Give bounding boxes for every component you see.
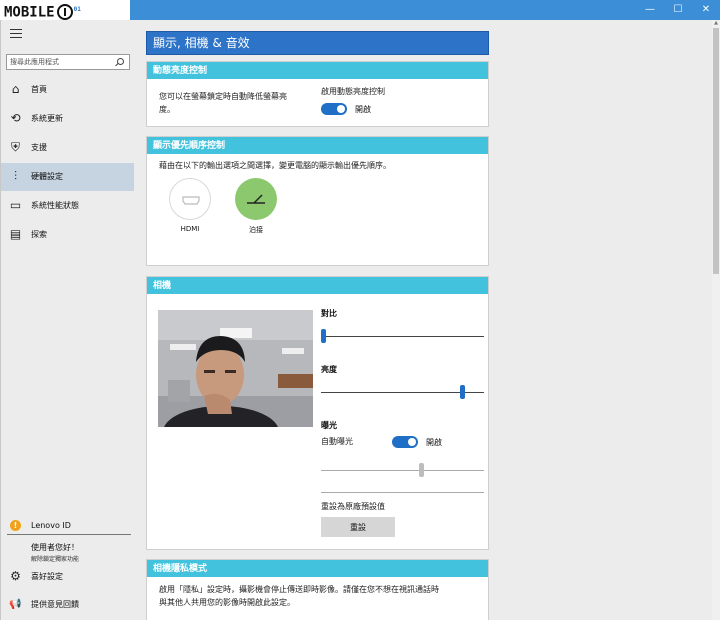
brightness-card: 動態亮度控制 您可以在螢幕鎖定時自動降低螢幕亮 度。 啟用動態亮度控制 開啟 [146,61,489,127]
logo-sub: 01 [73,6,81,13]
sidebar-item-label: 首頁 [31,85,47,94]
shield-icon: ⛨ [10,140,20,154]
sidebar-item-label: 系統性能狀態 [31,201,79,210]
auto-exposure-label: 自動曝光 [321,437,353,446]
main-content: 顯示, 相機 & 音效 動態亮度控制 您可以在螢幕鎖定時自動降低螢幕亮 度。 啟… [134,20,712,620]
sidebar-item-system-health[interactable]: ▭ 系統性能狀態 [1,192,135,220]
reset-description: 重設為原廠預設值 [321,502,385,511]
sidebar-item-feedback[interactable]: 📢 提供意見回饋 [1,591,135,619]
reset-button[interactable]: 重設 [321,517,395,537]
page-title: 顯示, 相機 & 音效 [146,31,489,55]
brightness-slider-thumb[interactable] [460,385,466,399]
sidebar-item-home[interactable]: ⌂ 首頁 [1,76,135,104]
maximize-button[interactable]: ☐ [664,0,692,20]
brightness-description-line1: 您可以在螢幕鎖定時自動降低螢幕亮 [159,92,287,101]
exposure-slider-track [321,470,484,471]
sidebar-item-label: 提供意見回饋 [31,600,79,609]
sidebar-item-label: 系統更新 [31,114,63,123]
hdmi-icon [182,196,200,205]
megaphone-icon: 📢 [9,599,22,610]
auto-exposure-state: 開啟 [426,438,442,447]
hamburger-menu-icon[interactable] [10,29,22,38]
dock-label: 泊接 [249,226,263,234]
privacy-card-header: 相機隱私模式 [147,560,488,578]
dock-option[interactable] [235,178,277,220]
camera-preview-image [158,310,313,427]
update-icon: ⟲ [10,111,21,125]
camera-card: 相機 對比 亮度 曝光 自動曝光 開啟 重設為原廠預設值 重設 [146,276,489,550]
title-bar: MOBILE 01 — ☐ ✕ [0,0,720,21]
search-input[interactable] [7,55,111,69]
scroll-up-icon[interactable]: ▲ [713,20,719,26]
search-icon[interactable] [117,58,124,65]
sidebar-item-preferences[interactable]: ⚙ 喜好設定 [1,563,135,591]
sidebar-item-label: 支援 [31,143,47,152]
lenovo-id-label[interactable]: Lenovo ID [31,521,71,530]
dock-icon [247,194,265,204]
discover-icon: ▤ [9,227,22,241]
lenovo-id-icon: ! [10,520,21,531]
auto-exposure-toggle[interactable] [392,436,418,448]
brightness-card-header: 動態亮度控制 [147,62,488,80]
contrast-label: 對比 [321,309,337,318]
exposure-label: 曝光 [321,421,337,430]
scrollbar-thumb[interactable] [713,28,719,274]
sidebar-item-system-update[interactable]: ⟲ 系統更新 [1,105,135,133]
hdmi-option[interactable] [169,178,211,220]
minimize-button[interactable]: — [636,0,664,20]
search-box [6,54,130,70]
display-priority-card-header: 顯示優先順序控制 [147,137,488,155]
close-button[interactable]: ✕ [692,0,720,20]
gear-icon: ⚙ [10,569,21,583]
logo-mark-icon [56,3,73,20]
privacy-card: 相機隱私模式 啟用「隱私」設定時，攝影機會停止傳送即時影像。請僅在您不想在視訊通… [146,559,489,620]
display-priority-description: 藉由在以下的輸出選項之間選擇，變更電腦的顯示輸出優先順序。 [159,161,391,170]
brightness-toggle-label: 啟用動態亮度控制 [321,87,385,96]
contrast-slider-thumb[interactable] [321,329,326,343]
sliders-icon: ⫶ [13,169,17,183]
logo-text: MOBILE [4,4,55,21]
contrast-slider-track[interactable] [321,336,484,337]
privacy-description-line2: 與其他人共用您的影像時開啟此設定。 [159,598,295,607]
home-icon: ⌂ [11,82,20,96]
sidebar: ⌂ 首頁 ⟲ 系統更新 ⛨ 支援 ⫶ 硬體設定 ▭ 系統性能狀態 ▤ 探索 ! … [0,20,135,620]
sidebar-item-hardware-settings[interactable]: ⫶ 硬體設定 [1,163,135,191]
display-priority-card: 顯示優先順序控制 藉由在以下的輸出選項之間選擇，變更電腦的顯示輸出優先順序。 H… [146,136,489,266]
sidebar-item-label: 硬體設定 [31,172,63,181]
scrollbar[interactable]: ▲ [712,20,720,620]
divider [321,492,484,493]
monitor-icon: ▭ [9,198,22,212]
brightness-toggle[interactable] [321,103,347,115]
divider [7,534,131,535]
sidebar-item-label: 喜好設定 [31,572,63,581]
sidebar-item-support[interactable]: ⛨ 支援 [1,134,135,162]
exposure-slider-thumb [418,463,424,477]
camera-card-header: 相機 [147,277,488,295]
privacy-description-line1: 啟用「隱私」設定時，攝影機會停止傳送即時影像。請僅在您不想在視訊通話時 [159,585,439,594]
unlock-link[interactable]: 解除鎖定獨家功能 [31,554,79,563]
greeting-text: 使用者您好！ [31,543,79,552]
app-logo: MOBILE 01 [0,0,130,21]
camera-preview [158,310,313,427]
brightness-label: 亮度 [321,365,337,374]
brightness-description-line2: 度。 [159,105,175,114]
sidebar-item-discover[interactable]: ▤ 探索 [1,221,135,249]
hdmi-label: HDMI [180,225,200,233]
brightness-toggle-state: 開啟 [355,105,371,114]
sidebar-item-label: 探索 [31,230,47,239]
